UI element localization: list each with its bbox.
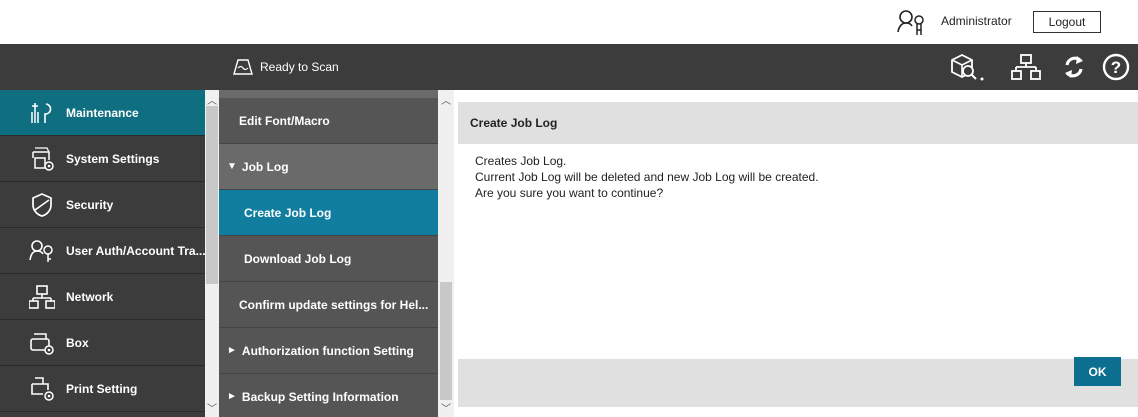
nav-item-user-auth[interactable]: User Auth/Account Tra... (0, 228, 205, 274)
print-setting-icon (28, 376, 56, 402)
nav-item-network[interactable]: Network (0, 274, 205, 320)
sub-nav-top-strip (219, 90, 438, 98)
nav-item-print-setting[interactable]: Print Setting (0, 366, 205, 412)
sub-item-job-log[interactable]: ▼ Job Log (219, 144, 438, 190)
scanner-status-icon (232, 58, 254, 76)
sub-nav: Edit Font/Macro ▼ Job Log Create Job Log… (219, 90, 438, 417)
user-name: Administrator (941, 14, 1012, 28)
maintenance-icon (28, 100, 56, 126)
sub-item-authorization-function[interactable]: ► Authorization function Setting (219, 328, 438, 374)
content-footer-bar (458, 359, 1138, 407)
nav-label: Print Setting (66, 381, 138, 396)
box-icon (28, 330, 56, 356)
nav-item-box[interactable]: Box (0, 320, 205, 366)
status-text: Ready to Scan (260, 60, 339, 74)
page-title: Create Job Log (470, 116, 558, 130)
help-icon[interactable]: ? (1101, 52, 1131, 82)
nav-item-maintenance[interactable]: Maintenance (0, 90, 205, 136)
security-icon (28, 192, 56, 218)
collapsed-triangle-icon: ► (227, 345, 237, 356)
message-line: Are you sure you want to continue? (475, 186, 664, 200)
sub-item-label: Backup Setting Information (241, 389, 399, 404)
collapsed-triangle-icon: ► (227, 391, 237, 402)
sub-nav-scrollbar[interactable]: ︿ ﹀ (438, 90, 454, 417)
sub-item-download-job-log[interactable]: Download Job Log (219, 236, 438, 282)
sub-item-label: Confirm update settings for Hel... (239, 297, 429, 312)
sub-item-label: Create Job Log (244, 205, 332, 220)
network-icon[interactable] (1011, 52, 1041, 82)
scroll-down-icon[interactable]: ﹀ (439, 400, 453, 415)
network-icon (28, 284, 56, 310)
message-line: Current Job Log will be deleted and new … (475, 170, 819, 184)
sub-item-edit-font-macro[interactable]: Edit Font/Macro (219, 98, 438, 144)
expanded-triangle-icon: ▼ (227, 161, 237, 172)
nav-label: System Settings (66, 151, 160, 166)
sub-item-label: Download Job Log (244, 251, 352, 266)
sub-item-label: Edit Font/Macro (239, 113, 330, 128)
refresh-icon[interactable] (1059, 52, 1089, 82)
device-search-icon[interactable] (948, 52, 984, 82)
sub-item-create-job-log[interactable]: Create Job Log (219, 190, 438, 236)
logout-button[interactable]: Logout (1033, 11, 1101, 33)
scroll-up-icon[interactable]: ︿ (205, 92, 219, 107)
user-bar: Administrator Logout (0, 0, 1138, 44)
scroll-up-icon[interactable]: ︿ (439, 92, 453, 107)
system-settings-icon (28, 146, 56, 172)
header-bar: Ready to Scan ? (0, 44, 1138, 90)
nav-label: Security (66, 197, 114, 212)
sub-item-label: Job Log (241, 159, 289, 174)
message-line: Creates Job Log. (475, 154, 567, 168)
ok-button[interactable]: OK (1074, 357, 1121, 386)
nav-item-security[interactable]: Security (0, 182, 205, 228)
svg-text:?: ? (1111, 58, 1121, 77)
content-panel: Create Job Log Creates Job Log. Current … (458, 102, 1138, 417)
scroll-down-icon[interactable]: ﹀ (205, 400, 219, 415)
scrollbar-thumb[interactable] (440, 282, 452, 400)
content-title-bar: Create Job Log (458, 102, 1138, 144)
sub-item-backup-setting[interactable]: ► Backup Setting Information (219, 374, 438, 417)
sub-item-label: Authorization function Setting (241, 343, 414, 358)
main-nav: Maintenance System Settings Security Use… (0, 90, 205, 417)
nav-label: Box (66, 335, 89, 350)
nav-item-system-settings[interactable]: System Settings (0, 136, 205, 182)
main-nav-scrollbar[interactable]: ︿ ﹀ (205, 90, 219, 417)
nav-label: Maintenance (66, 105, 139, 120)
sub-item-confirm-update-settings[interactable]: Confirm update settings for Hel... (219, 282, 438, 328)
scrollbar-thumb[interactable] (206, 106, 218, 284)
user-auth-icon (28, 238, 56, 264)
administrator-icon (897, 8, 931, 36)
nav-label: Network (66, 289, 114, 304)
nav-label: User Auth/Account Tra... (66, 243, 205, 258)
